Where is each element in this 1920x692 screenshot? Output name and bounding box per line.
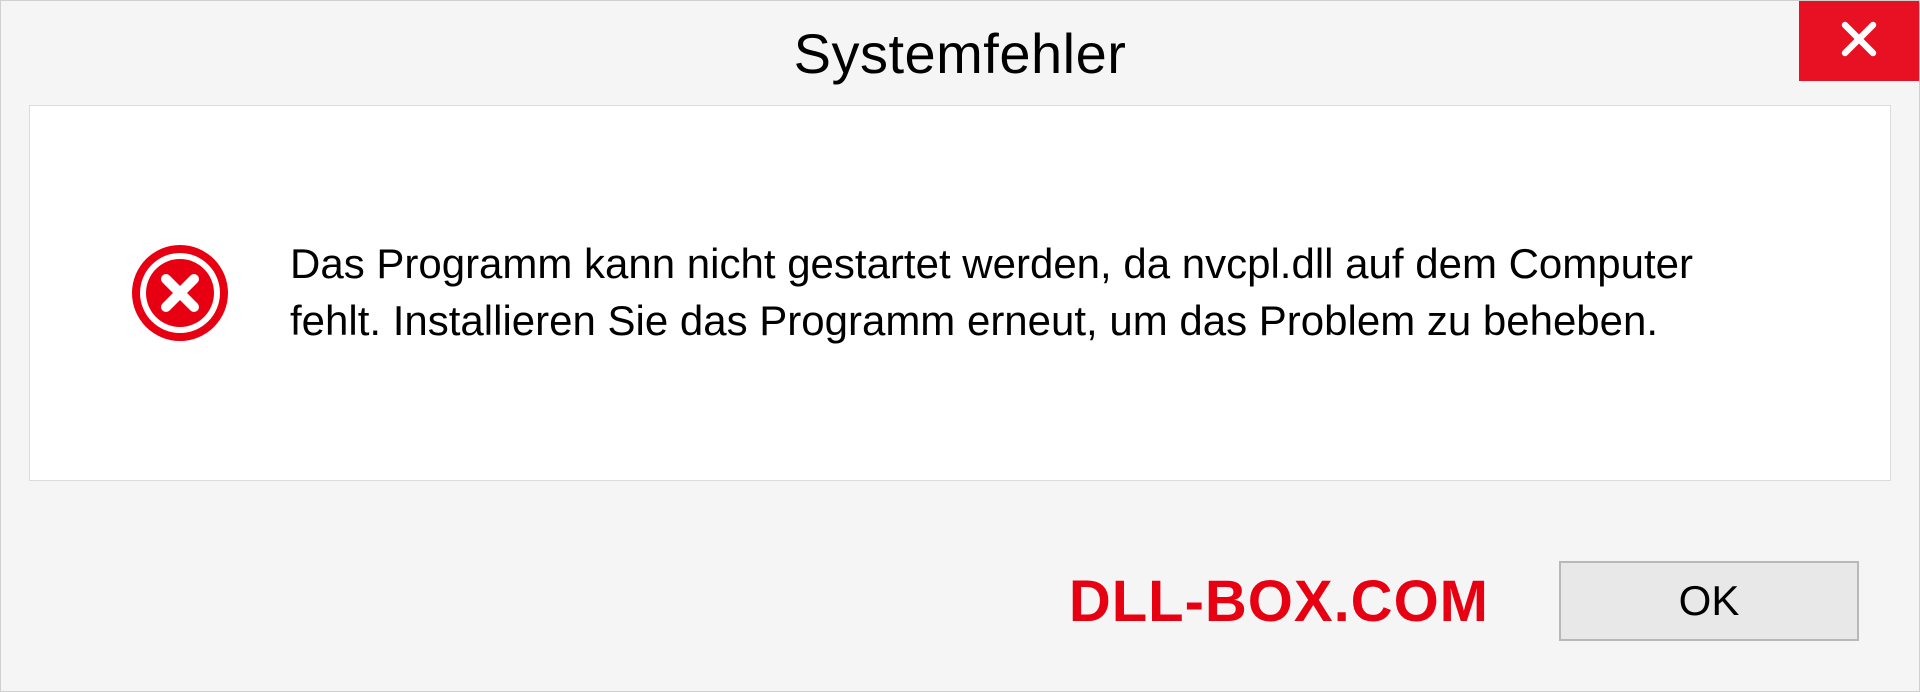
ok-button[interactable]: OK: [1559, 561, 1859, 641]
close-icon: [1835, 15, 1883, 68]
titlebar: Systemfehler: [1, 1, 1919, 105]
dialog-title: Systemfehler: [794, 21, 1127, 86]
message-panel: Das Programm kann nicht gestartet werden…: [29, 105, 1891, 481]
dialog-footer: DLL-BOX.COM OK: [1, 511, 1919, 691]
error-dialog: Systemfehler Das Programm kann: [0, 0, 1920, 692]
close-button[interactable]: [1799, 1, 1919, 81]
content-area: Das Programm kann nicht gestartet werden…: [1, 105, 1919, 511]
error-icon: [130, 243, 230, 343]
watermark-text: DLL-BOX.COM: [1069, 568, 1489, 635]
error-message: Das Programm kann nicht gestartet werden…: [290, 236, 1790, 349]
